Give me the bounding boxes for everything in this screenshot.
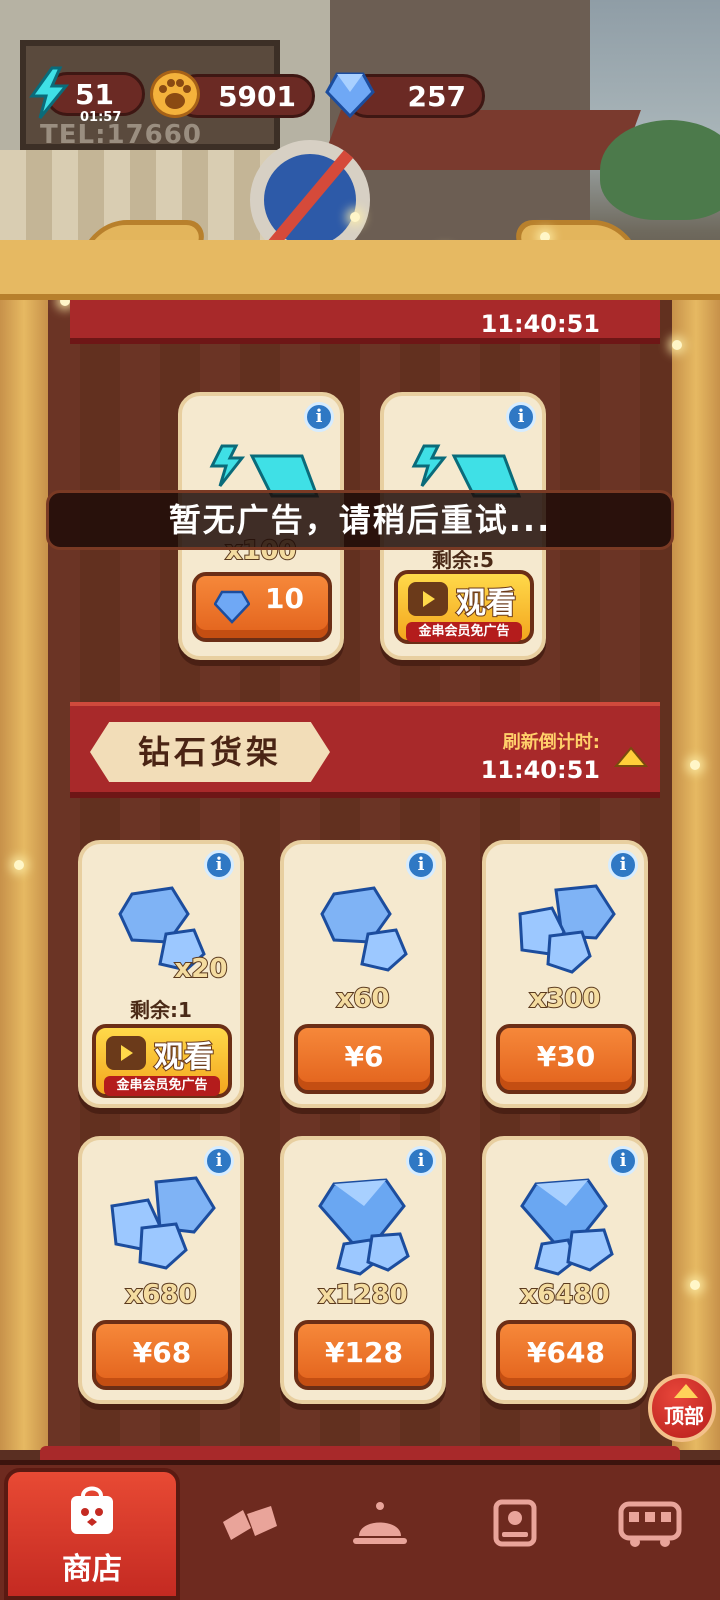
diamond-item-card[interactable]: i x60 ¥6: [280, 840, 446, 1108]
item-quantity: x680: [124, 1279, 197, 1311]
diamond-item-card[interactable]: i x6480 ¥648: [482, 1136, 648, 1404]
bus-icon: [618, 1501, 682, 1547]
frame-post-left: [0, 290, 48, 1450]
diamond-shelf-banner: 钻石货架 刷新倒计时: 11:40:51: [70, 702, 660, 798]
vip-no-ads-note: 金串会员免广告: [406, 622, 522, 642]
gem-price: 10: [265, 582, 304, 615]
buy-button[interactable]: ¥648: [496, 1320, 636, 1390]
diamond-item-card[interactable]: i x680 ¥68: [78, 1136, 244, 1404]
diamond-pile-icon: [320, 886, 408, 972]
map-location-icon: [493, 1499, 537, 1547]
watch-ad-label: 观看: [153, 1039, 215, 1076]
nav-tab-shop-label: 商店: [62, 1552, 122, 1587]
diamond-item-card[interactable]: i x1280 ¥128: [280, 1136, 446, 1404]
diamond-item-card[interactable]: i x300 ¥30: [482, 840, 648, 1108]
energy-value: 51: [75, 78, 114, 111]
tree: [600, 120, 720, 220]
item-quantity: x60: [336, 983, 391, 1015]
tv-play-icon: [106, 1036, 146, 1070]
buy-button[interactable]: ¥128: [294, 1320, 434, 1390]
nav-tab-service[interactable]: [310, 1466, 450, 1596]
frame-post-right: [672, 290, 720, 1450]
service-bell-icon: [353, 1502, 407, 1544]
fairy-light: [672, 340, 682, 350]
diamond-pile-icon: [518, 884, 616, 974]
energy-shelf-refresh: 11:40:51: [481, 308, 600, 338]
diamond-pile-icon: [520, 1178, 614, 1276]
fairy-light: [690, 1280, 700, 1290]
refresh-countdown-time: 11:40:51: [480, 756, 600, 784]
nav-tab-bus[interactable]: [580, 1466, 720, 1596]
watch-ad-label: 观看: [455, 585, 517, 622]
energy-timer: 01:57: [80, 110, 122, 125]
diamond-icon: [214, 590, 250, 624]
watch-ad-button[interactable]: 观看 金串会员免广告: [394, 570, 534, 644]
house-roof: [319, 110, 641, 170]
lightning-icon: [29, 66, 70, 119]
nav-tab-shop[interactable]: 商店: [4, 1468, 180, 1600]
diamond-shelf-title: 钻石货架: [90, 722, 330, 782]
item-quantity: x1280: [317, 1279, 408, 1311]
scroll-to-top-label: 顶部: [664, 1404, 704, 1428]
diamond-pile-icon: [110, 1176, 216, 1270]
nav-tab-cards[interactable]: [180, 1466, 320, 1596]
buy-with-gems-button[interactable]: 10: [192, 572, 332, 642]
tv-play-icon: [408, 582, 448, 616]
fairy-light: [690, 760, 700, 770]
diamond-item-card[interactable]: i x20 剩余:1 观看 金串会员免广告: [78, 840, 244, 1108]
collapse-arrow-icon[interactable]: [614, 746, 648, 768]
fairy-light: [350, 212, 360, 222]
buy-button[interactable]: ¥68: [92, 1320, 232, 1390]
nav-tab-map[interactable]: [445, 1466, 585, 1596]
fairy-light: [14, 860, 24, 870]
remaining-count: 剩余:1: [130, 998, 192, 1022]
buy-button[interactable]: ¥6: [294, 1024, 434, 1094]
paw-coin-icon: [150, 70, 200, 118]
scroll-to-top-button[interactable]: 顶部: [648, 1374, 716, 1442]
vip-no-ads-note: 金串会员免广告: [104, 1076, 220, 1096]
item-quantity: x300: [528, 983, 601, 1015]
energy-shelf-refresh-time: 11:40:51: [480, 310, 600, 338]
cards-icon: [223, 1506, 277, 1540]
arrow-up-icon: [674, 1384, 698, 1398]
item-quantity: x6480: [519, 1279, 610, 1311]
item-quantity: x20: [174, 953, 229, 985]
gem-value: 257: [407, 80, 466, 113]
refresh-countdown-label: 刷新倒计时:: [502, 732, 600, 753]
diamond-icon: [325, 72, 375, 118]
diamond-pile-icon: [318, 1178, 410, 1276]
buy-button[interactable]: ¥30: [496, 1024, 636, 1094]
watch-ad-button[interactable]: 观看 金串会员免广告: [92, 1024, 232, 1098]
diamond-shelf-refresh: 刷新倒计时: 11:40:51: [481, 728, 600, 784]
paw-coin-value: 5901: [218, 80, 296, 113]
shop-bag-icon: [71, 1486, 113, 1534]
toast-message: 暂无广告，请稍后重试...: [46, 490, 674, 550]
frame-top-beam-front: [0, 240, 720, 300]
